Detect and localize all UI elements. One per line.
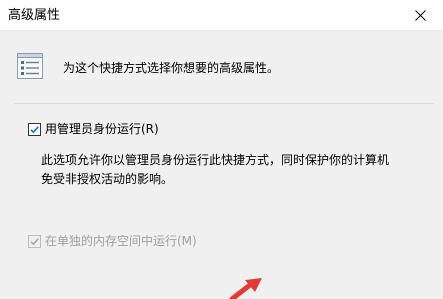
close-button[interactable]	[397, 0, 443, 30]
run-as-admin-option[interactable]: 用管理员身份运行(R)	[28, 121, 159, 137]
property-list-icon	[14, 51, 46, 81]
separator	[14, 103, 434, 104]
dialog-title: 高级属性	[8, 8, 61, 23]
run-as-admin-checkbox[interactable]	[28, 122, 41, 136]
run-as-admin-description: 此选项允许你以管理员身份运行此快捷方式，同时保护你的计算机 免受非授权活动的影响…	[41, 151, 421, 189]
title-bar: 高级属性	[0, 0, 443, 31]
checkmark-icon	[30, 237, 39, 245]
description-line-1: 此选项允许你以管理员身份运行此快捷方式，同时保护你的计算机	[41, 153, 390, 167]
description-line-2: 免受非授权活动的影响。	[41, 172, 174, 186]
separate-memory-checkbox	[28, 234, 41, 248]
annotation-arrow-icon	[228, 276, 268, 299]
separate-memory-option: 在单独的内存空间中运行(M)	[28, 233, 197, 249]
close-icon	[414, 9, 426, 21]
advanced-properties-dialog: 高级属性 为这个快捷方式选择你想要的高级属性。 用管理员身份运行(R) 此选项允…	[0, 0, 443, 299]
run-as-admin-label[interactable]: 用管理员身份运行(R)	[45, 121, 159, 137]
header-description: 为这个快捷方式选择你想要的高级属性。	[63, 61, 280, 75]
separate-memory-label: 在单独的内存空间中运行(M)	[45, 234, 197, 248]
checkmark-icon	[30, 125, 39, 133]
